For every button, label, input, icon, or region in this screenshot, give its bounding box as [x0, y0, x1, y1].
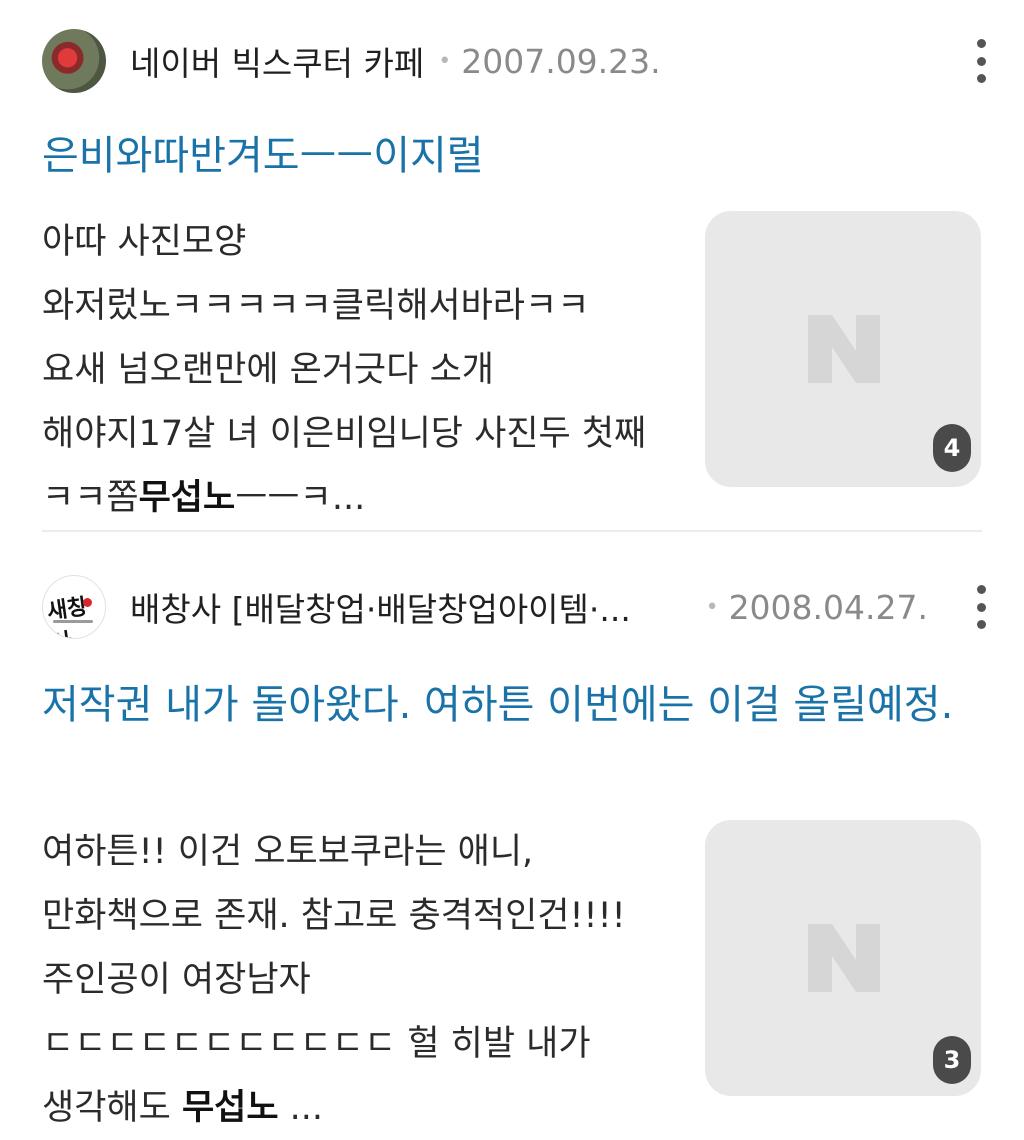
- source-name[interactable]: 배창사 [배달창업·배달창업아이템·...: [130, 583, 631, 631]
- image-count-badge: 4: [933, 424, 971, 472]
- result-snippet[interactable]: 여하튼!! 이건 오토보쿠라는 애니,만화책으로 존재. 참고로 충격적인건!!…: [42, 820, 656, 1140]
- result-divider: [42, 530, 982, 532]
- avatar-logo-text: 새창사: [45, 593, 90, 638]
- dot: [976, 585, 986, 594]
- snippet-highlight: 무섭노: [138, 478, 236, 518]
- search-result-item: 새창사 배창사 [배달창업·배달창업아이템·... • 2008.04.27. …: [0, 534, 1024, 1128]
- result-thumbnail[interactable]: 4: [705, 211, 981, 487]
- dot: [976, 56, 986, 66]
- snippet-highlight: 무섭노: [181, 1088, 279, 1128]
- dot: [976, 39, 986, 48]
- more-options-icon[interactable]: [966, 585, 996, 629]
- search-result-item: 네이버 빅스쿠터 카페 • 2007.09.23. 은비와따반겨도ㅡㅡ이지럴 아…: [0, 0, 1024, 532]
- separator-dot: •: [705, 594, 719, 620]
- snippet-text-end: ...: [278, 1088, 324, 1128]
- motorcycle-avatar-icon[interactable]: [42, 29, 106, 93]
- result-meta-row: 네이버 빅스쿠터 카페 • 2007.09.23.: [42, 27, 996, 95]
- naver-n-placeholder-icon: [808, 924, 880, 992]
- result-meta-row: 새창사 배창사 [배달창업·배달창업아이템·... • 2008.04.27.: [42, 573, 996, 641]
- source-name[interactable]: 네이버 빅스쿠터 카페: [130, 37, 424, 85]
- snippet-text: 여하튼!! 이건 오토보쿠라는 애니,만화책으로 존재. 참고로 충격적인건!!…: [42, 832, 626, 1128]
- result-thumbnail[interactable]: 3: [705, 820, 981, 1096]
- post-date: 2008.04.27.: [728, 587, 928, 627]
- post-date: 2007.09.23.: [461, 41, 661, 81]
- dot: [976, 620, 986, 629]
- naver-n-placeholder-icon: [808, 315, 880, 383]
- avatar-logo-dot: [83, 598, 92, 607]
- dot: [976, 74, 986, 83]
- result-title[interactable]: 저작권 내가 돌아왔다. 여하튼 이번에는 이걸 올릴예정.: [42, 674, 984, 737]
- image-count-badge: 3: [933, 1036, 971, 1084]
- dot: [976, 602, 986, 612]
- avatar-logo-subline: [53, 620, 93, 623]
- snippet-text-end: ㅡㅡㅋ...: [235, 478, 366, 518]
- separator-dot: •: [438, 48, 452, 74]
- snippet-text: 아따 사진모양 와저렀노ㅋㅋㅋㅋㅋ클릭해서바라ㅋㅋ 요새 넘오랜만에 온거긋다 …: [42, 222, 647, 518]
- cafe-logo-avatar-icon[interactable]: 새창사: [42, 575, 106, 639]
- result-snippet[interactable]: 아따 사진모양 와저렀노ㅋㅋㅋㅋㅋ클릭해서바라ㅋㅋ 요새 넘오랜만에 온거긋다 …: [42, 210, 656, 530]
- more-options-icon[interactable]: [966, 39, 996, 83]
- result-title[interactable]: 은비와따반겨도ㅡㅡ이지럴: [42, 124, 984, 188]
